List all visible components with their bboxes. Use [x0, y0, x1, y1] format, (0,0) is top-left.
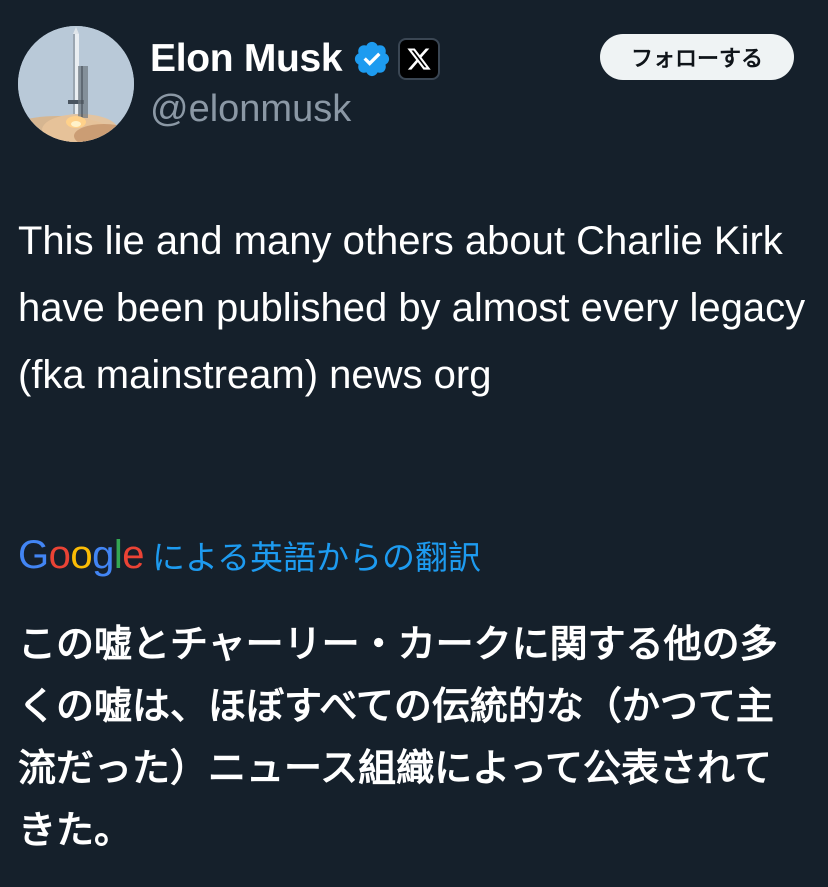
google-logo-letter: o: [70, 532, 93, 577]
follow-button[interactable]: フォローする: [600, 34, 794, 80]
rocket-launch-avatar-icon: [18, 26, 134, 142]
translation-attribution[interactable]: Google による英語からの翻訳: [18, 528, 481, 582]
tweet-card: Elon Musk @elonmusk フォローする This lie and …: [0, 0, 828, 887]
google-logo-letter: G: [18, 532, 49, 577]
google-logo-letter: g: [92, 532, 114, 577]
google-logo-letter: e: [122, 532, 145, 577]
google-logo-letter: o: [48, 532, 71, 577]
google-logo: Google: [18, 532, 145, 578]
google-logo-letter: l: [113, 532, 123, 577]
translated-text: この嘘とチャーリー・カークに関する他の多くの嘘は、ほぼすべての伝統的な（かつて主…: [18, 624, 778, 852]
author-handle[interactable]: @elonmusk: [150, 88, 351, 131]
author-name-row: Elon Musk: [150, 34, 441, 84]
author-display-name[interactable]: Elon Musk: [150, 37, 343, 81]
tweet-text: This lie and many others about Charlie K…: [18, 219, 806, 397]
x-logo-icon[interactable]: [398, 38, 441, 80]
avatar[interactable]: [18, 26, 134, 142]
verified-badge-icon[interactable]: [352, 39, 392, 79]
translation-label[interactable]: による英語からの翻訳: [152, 531, 481, 579]
